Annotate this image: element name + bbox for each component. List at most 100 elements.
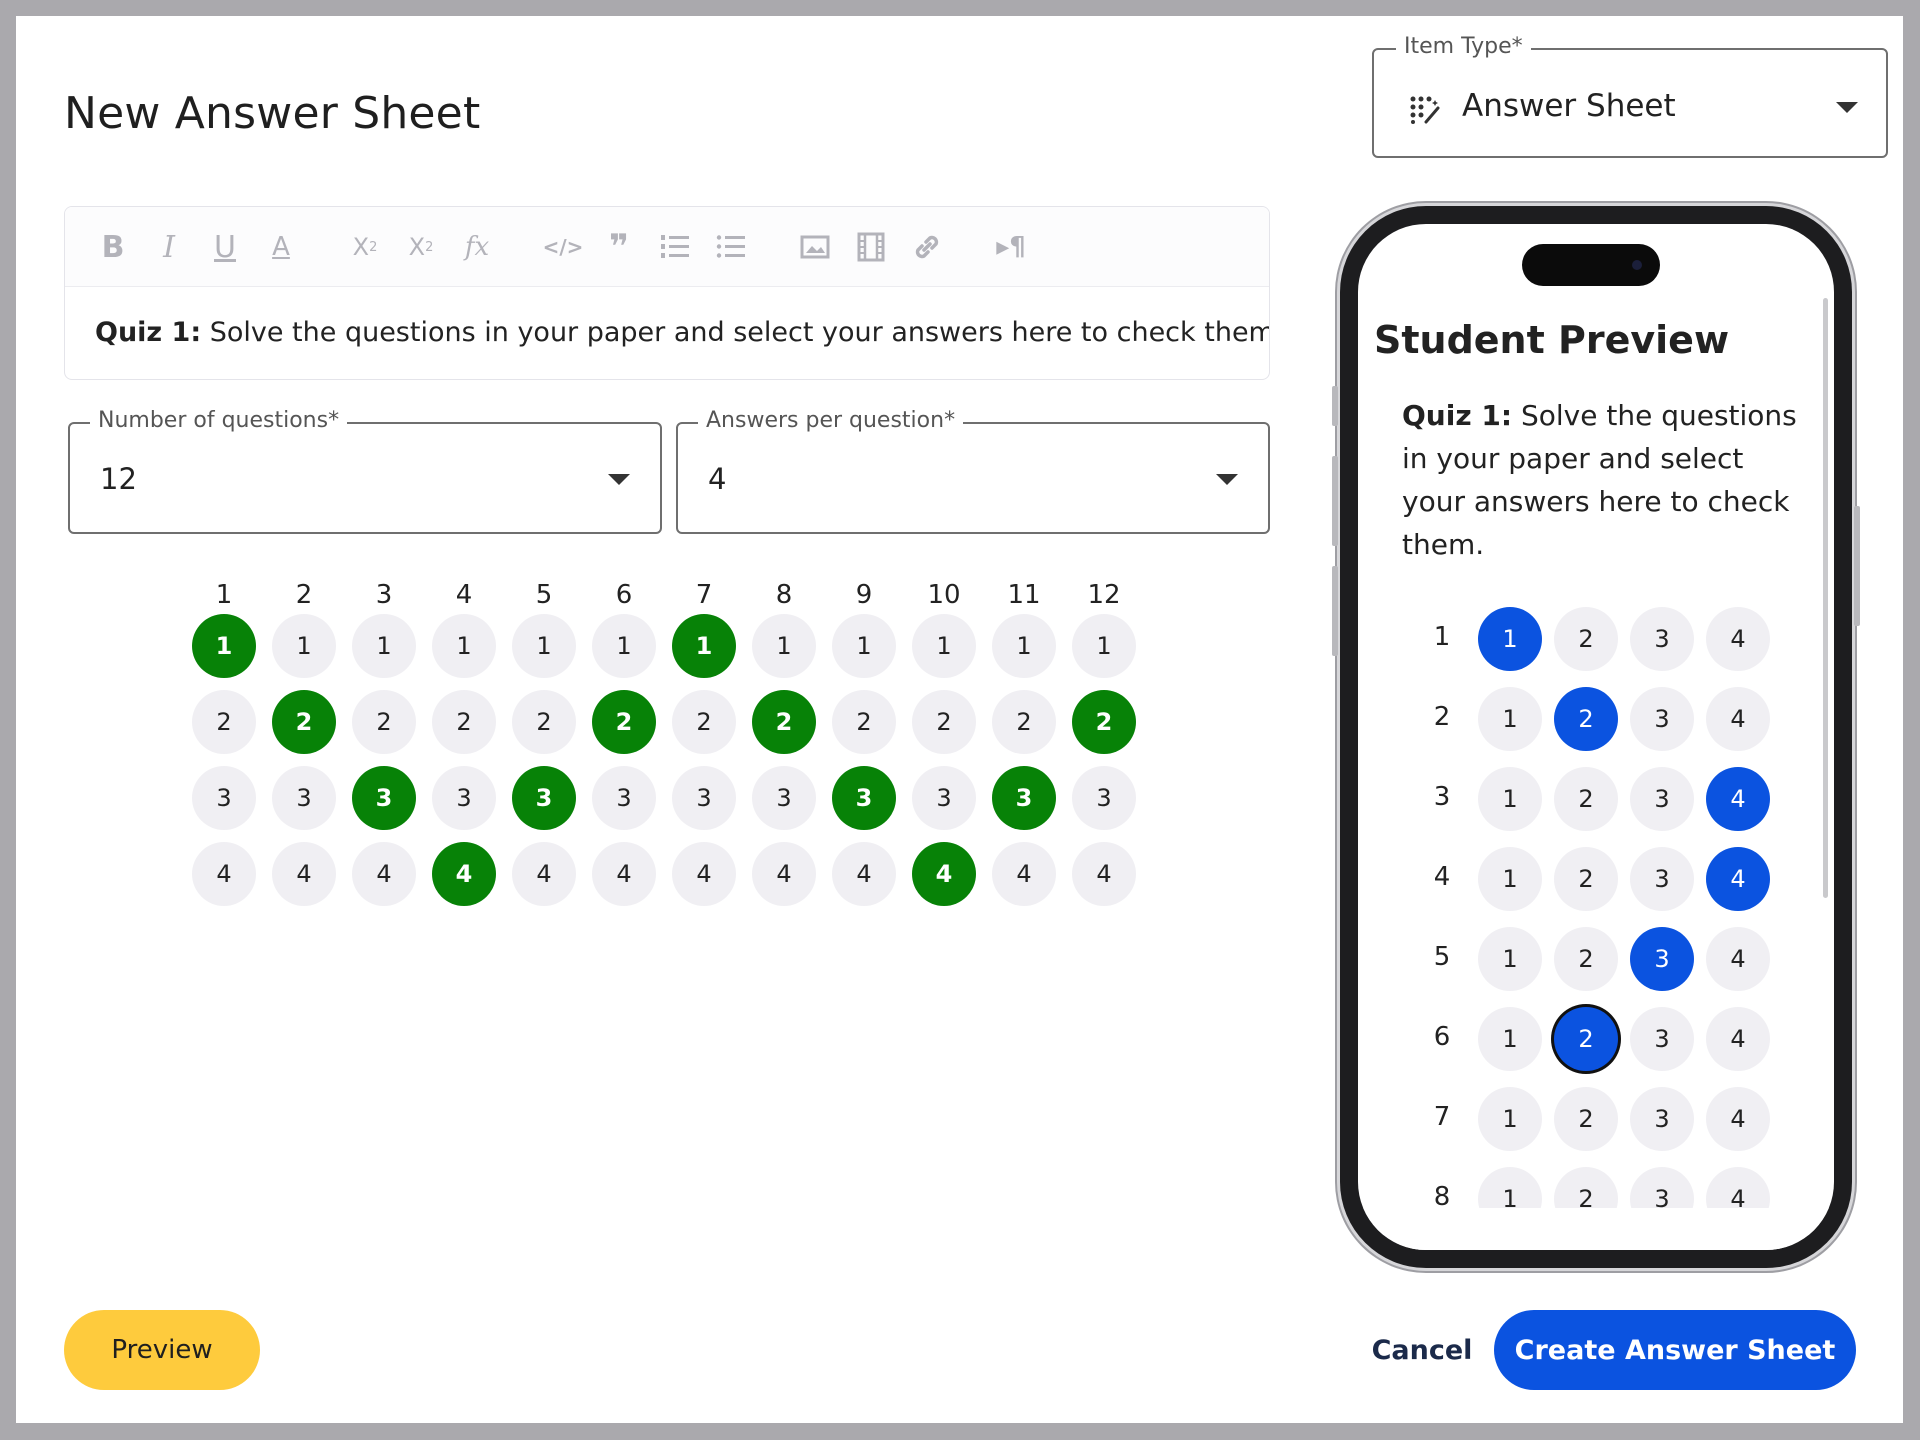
- preview-option-bubble[interactable]: 3: [1630, 1007, 1694, 1071]
- create-answer-sheet-button[interactable]: Create Answer Sheet: [1494, 1310, 1856, 1390]
- answers-per-question-select[interactable]: Answers per question* 4: [676, 408, 1270, 534]
- answer-option-bubble[interactable]: 4: [432, 842, 496, 906]
- ordered-list-icon[interactable]: [655, 227, 695, 267]
- answer-option-bubble[interactable]: 2: [432, 690, 496, 754]
- answer-option-bubble[interactable]: 1: [672, 614, 736, 678]
- preview-option-bubble[interactable]: 1: [1478, 1007, 1542, 1071]
- preview-option-bubble[interactable]: 1: [1478, 687, 1542, 751]
- preview-option-bubble[interactable]: 1: [1478, 847, 1542, 911]
- preview-scrollbar[interactable]: [1823, 298, 1828, 898]
- answer-option-bubble[interactable]: 3: [352, 766, 416, 830]
- bold-icon[interactable]: B: [93, 227, 133, 267]
- answer-option-bubble[interactable]: 1: [512, 614, 576, 678]
- answer-option-bubble[interactable]: 4: [512, 842, 576, 906]
- answer-option-bubble[interactable]: 4: [832, 842, 896, 906]
- answer-option-bubble[interactable]: 2: [592, 690, 656, 754]
- answer-option-bubble[interactable]: 2: [752, 690, 816, 754]
- rich-text-editor[interactable]: B I U A X2 X2 fx </> ❞ ▸¶ Quiz 1: Solve …: [64, 206, 1270, 380]
- preview-option-bubble[interactable]: 3: [1630, 927, 1694, 991]
- text-direction-icon[interactable]: ▸¶: [991, 227, 1031, 267]
- preview-option-bubble[interactable]: 4: [1706, 687, 1770, 751]
- preview-option-bubble[interactable]: 2: [1554, 1007, 1618, 1071]
- preview-option-bubble[interactable]: 4: [1706, 607, 1770, 671]
- item-type-select[interactable]: Item Type* Answer Sheet: [1372, 34, 1888, 158]
- answer-option-bubble[interactable]: 4: [912, 842, 976, 906]
- link-icon[interactable]: [907, 227, 947, 267]
- answer-option-bubble[interactable]: 1: [192, 614, 256, 678]
- video-icon[interactable]: [851, 227, 891, 267]
- answer-option-bubble[interactable]: 2: [832, 690, 896, 754]
- answer-option-bubble[interactable]: 3: [912, 766, 976, 830]
- answer-option-bubble[interactable]: 4: [672, 842, 736, 906]
- preview-option-bubble[interactable]: 3: [1630, 767, 1694, 831]
- answer-option-bubble[interactable]: 4: [1072, 842, 1136, 906]
- answer-option-bubble[interactable]: 2: [672, 690, 736, 754]
- cancel-button[interactable]: Cancel: [1352, 1316, 1492, 1384]
- preview-option-bubble[interactable]: 4: [1706, 847, 1770, 911]
- preview-option-bubble[interactable]: 2: [1554, 607, 1618, 671]
- answer-option-bubble[interactable]: 1: [432, 614, 496, 678]
- answer-option-bubble[interactable]: 1: [1072, 614, 1136, 678]
- answer-option-bubble[interactable]: 4: [272, 842, 336, 906]
- quote-icon[interactable]: ❞: [599, 227, 639, 267]
- answer-option-bubble[interactable]: 2: [272, 690, 336, 754]
- answer-option-bubble[interactable]: 1: [992, 614, 1056, 678]
- answer-option-bubble[interactable]: 4: [752, 842, 816, 906]
- preview-option-bubble[interactable]: 4: [1706, 767, 1770, 831]
- answer-option-bubble[interactable]: 3: [1072, 766, 1136, 830]
- answer-option-bubble[interactable]: 2: [992, 690, 1056, 754]
- preview-option-bubble[interactable]: 4: [1706, 1007, 1770, 1071]
- text-color-icon[interactable]: A: [261, 227, 301, 267]
- preview-option-bubble[interactable]: 2: [1554, 847, 1618, 911]
- editor-content[interactable]: Quiz 1: Solve the questions in your pape…: [95, 317, 1269, 348]
- answer-option-bubble[interactable]: 3: [832, 766, 896, 830]
- image-icon[interactable]: [795, 227, 835, 267]
- superscript-icon[interactable]: X2: [401, 227, 441, 267]
- formula-icon[interactable]: fx: [457, 227, 497, 267]
- answer-option-bubble[interactable]: 3: [672, 766, 736, 830]
- preview-option-bubble[interactable]: 3: [1630, 687, 1694, 751]
- preview-option-bubble[interactable]: 1: [1478, 607, 1542, 671]
- preview-option-bubble[interactable]: 4: [1706, 1087, 1770, 1151]
- answer-option-bubble[interactable]: 3: [592, 766, 656, 830]
- answer-option-bubble[interactable]: 1: [592, 614, 656, 678]
- preview-button[interactable]: Preview: [64, 1310, 260, 1390]
- answer-option-bubble[interactable]: 1: [752, 614, 816, 678]
- answer-option-bubble[interactable]: 3: [992, 766, 1056, 830]
- answer-option-bubble[interactable]: 1: [352, 614, 416, 678]
- preview-option-bubble[interactable]: 1: [1478, 767, 1542, 831]
- preview-option-bubble[interactable]: 3: [1630, 1087, 1694, 1151]
- number-of-questions-select[interactable]: Number of questions* 12: [68, 408, 662, 534]
- bullet-list-icon[interactable]: [711, 227, 751, 267]
- answer-option-bubble[interactable]: 3: [432, 766, 496, 830]
- preview-option-bubble[interactable]: 1: [1478, 927, 1542, 991]
- answer-option-bubble[interactable]: 2: [912, 690, 976, 754]
- preview-option-bubble[interactable]: 1: [1478, 1087, 1542, 1151]
- answer-option-bubble[interactable]: 2: [192, 690, 256, 754]
- answer-option-bubble[interactable]: 2: [352, 690, 416, 754]
- subscript-icon[interactable]: X2: [345, 227, 385, 267]
- preview-option-bubble[interactable]: 2: [1554, 767, 1618, 831]
- answer-option-bubble[interactable]: 4: [592, 842, 656, 906]
- answer-option-bubble[interactable]: 3: [512, 766, 576, 830]
- answer-option-bubble[interactable]: 1: [272, 614, 336, 678]
- answer-option-bubble[interactable]: 3: [272, 766, 336, 830]
- answer-option-bubble[interactable]: 4: [992, 842, 1056, 906]
- preview-option-bubble[interactable]: 2: [1554, 927, 1618, 991]
- italic-icon[interactable]: I: [149, 227, 189, 267]
- answer-option-bubble[interactable]: 2: [512, 690, 576, 754]
- answer-option-bubble[interactable]: 1: [912, 614, 976, 678]
- answer-option-bubble[interactable]: 3: [192, 766, 256, 830]
- preview-option-bubble[interactable]: 2: [1554, 1087, 1618, 1151]
- preview-option-bubble[interactable]: 3: [1630, 607, 1694, 671]
- answer-option-bubble[interactable]: 4: [352, 842, 416, 906]
- underline-icon[interactable]: U: [205, 227, 245, 267]
- preview-option-bubble[interactable]: 3: [1630, 847, 1694, 911]
- answer-option-bubble[interactable]: 4: [192, 842, 256, 906]
- answer-option-bubble[interactable]: 3: [752, 766, 816, 830]
- answer-option-bubble[interactable]: 1: [832, 614, 896, 678]
- preview-option-bubble[interactable]: 2: [1554, 687, 1618, 751]
- code-icon[interactable]: </>: [541, 227, 585, 267]
- answer-option-bubble[interactable]: 2: [1072, 690, 1136, 754]
- preview-option-bubble[interactable]: 4: [1706, 927, 1770, 991]
